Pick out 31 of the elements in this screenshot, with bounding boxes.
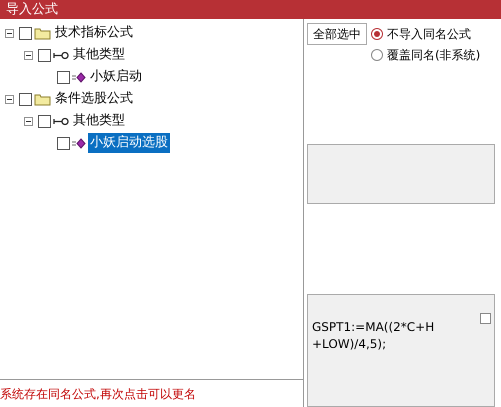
- tree-item[interactable]: 小妖启动选股: [88, 133, 170, 153]
- folder-icon: [34, 92, 51, 106]
- checkbox[interactable]: [38, 48, 51, 62]
- tree-item[interactable]: 技术指标公式: [53, 23, 135, 43]
- tree-item[interactable]: 其他类型: [71, 45, 127, 65]
- radio-button[interactable]: [371, 28, 383, 40]
- option-label: 覆盖同名(非系统): [387, 47, 480, 64]
- select-all-button[interactable]: 全部选中: [307, 23, 367, 45]
- radio-button[interactable]: [371, 49, 383, 61]
- checkbox[interactable]: [19, 26, 32, 40]
- tree-item[interactable]: 其他类型: [71, 111, 127, 131]
- checkbox[interactable]: [480, 313, 491, 324]
- tree-item[interactable]: 条件选股公式: [53, 89, 135, 109]
- key-icon: [53, 116, 69, 126]
- formula-text: GSPT1:=MA((2*C+H +LOW)/4,5);: [312, 319, 436, 353]
- status-message: 系统存在同名公式,再次点击可以更名: [0, 386, 196, 402]
- key-icon: [53, 50, 69, 60]
- collapse-toggle[interactable]: [24, 116, 33, 126]
- collapse-toggle[interactable]: [24, 50, 33, 60]
- collapse-toggle[interactable]: [5, 28, 14, 38]
- diamond-icon: [72, 72, 86, 82]
- diamond-icon: [72, 138, 86, 148]
- checkbox[interactable]: [57, 136, 70, 150]
- checkbox[interactable]: [57, 70, 70, 84]
- checkbox[interactable]: [19, 92, 32, 106]
- collapse-toggle[interactable]: [5, 94, 14, 104]
- folder-icon: [34, 26, 51, 40]
- option-label: 不导入同名公式: [387, 26, 471, 43]
- checkbox[interactable]: [38, 114, 51, 128]
- title-bar: 导入公式: [0, 0, 501, 19]
- tree-item[interactable]: 小妖启动: [88, 67, 144, 87]
